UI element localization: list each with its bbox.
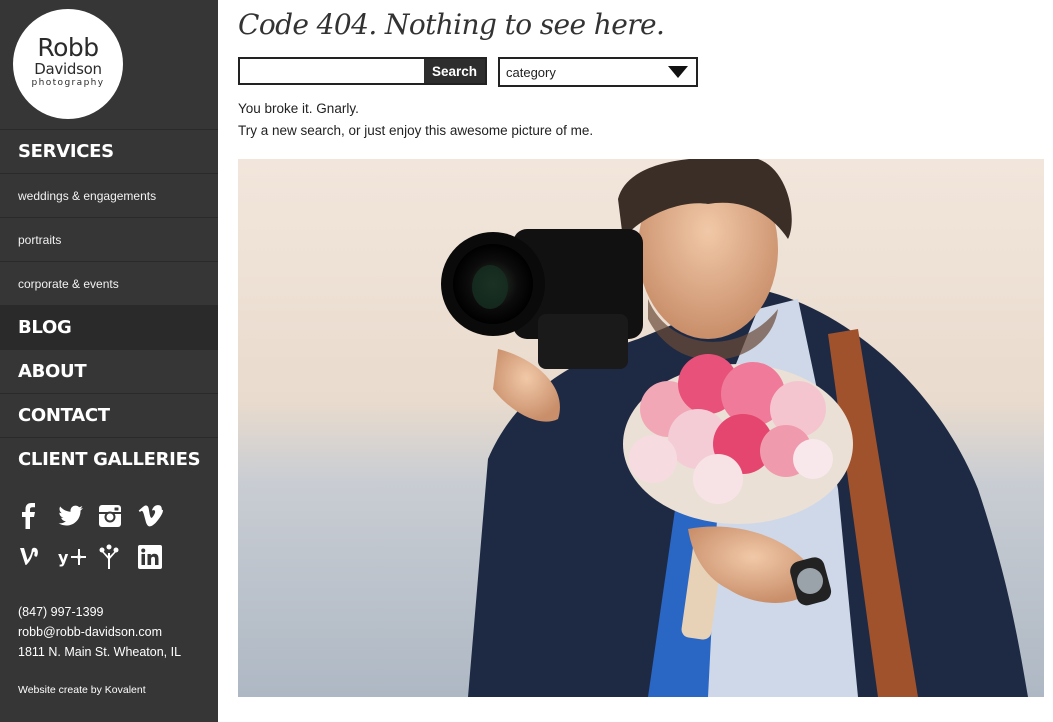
nav-portraits[interactable]: portraits xyxy=(0,217,218,261)
search-input[interactable] xyxy=(240,59,424,83)
vimeo-icon[interactable] xyxy=(138,502,178,530)
nav-about[interactable]: ABOUT xyxy=(0,349,218,393)
yelp-icon[interactable]: y xyxy=(58,543,98,571)
search-button[interactable]: Search xyxy=(424,59,485,83)
nav-services[interactable]: SERVICES xyxy=(0,129,218,173)
dropdown-arrow-icon xyxy=(668,66,688,78)
nav-corporate[interactable]: corporate & events xyxy=(0,261,218,305)
facebook-icon[interactable] xyxy=(18,502,58,530)
contact-info: (847) 997-1399 robb@robb-davidson.com 18… xyxy=(18,602,181,662)
nav-weddings-label: weddings & engagements xyxy=(18,188,157,203)
logo-name-first: Robb xyxy=(37,33,99,62)
error-message: You broke it. Gnarly. Try a new search, … xyxy=(238,98,593,142)
nav-weddings[interactable]: weddings & engagements xyxy=(0,173,218,217)
twitter-icon[interactable] xyxy=(58,502,98,530)
nav-client-galleries-label: CLIENT GALLERIES xyxy=(18,449,201,470)
logo[interactable]: Robb Davidson photography xyxy=(13,9,123,119)
sidebar: Robb Davidson photography SERVICES weddi… xyxy=(0,0,218,722)
nav-about-label: ABOUT xyxy=(18,361,87,382)
site-credit[interactable]: Website create by Kovalent xyxy=(18,684,146,696)
nav-contact-label: CONTACT xyxy=(18,405,110,426)
vine-icon[interactable] xyxy=(18,543,58,571)
category-selected-value: category xyxy=(506,64,556,80)
nav-portraits-label: portraits xyxy=(18,232,62,247)
svg-text:y: y xyxy=(58,548,69,567)
address: 1811 N. Main St. Wheaton, IL xyxy=(18,645,182,659)
nav-services-label: SERVICES xyxy=(18,141,114,162)
social-links: y xyxy=(18,502,178,584)
photographer-photo xyxy=(238,159,1044,697)
category-dropdown[interactable]: category xyxy=(498,57,698,87)
search-form: Search xyxy=(238,57,487,85)
error-message-line-1: You broke it. Gnarly. xyxy=(238,101,359,116)
logo-tagline: photography xyxy=(31,78,105,88)
wedding-wire-icon[interactable] xyxy=(98,543,138,571)
logo-name-last: Davidson xyxy=(34,60,102,78)
nav-blog[interactable]: BLOG xyxy=(0,305,218,349)
nav-client-galleries[interactable]: CLIENT GALLERIES xyxy=(0,437,218,481)
email-link[interactable]: robb@robb-davidson.com xyxy=(18,622,181,642)
nav-corporate-label: corporate & events xyxy=(18,276,119,291)
phone-number[interactable]: (847) 997-1399 xyxy=(18,602,181,622)
linkedin-icon[interactable] xyxy=(138,543,178,571)
page-title: Code 404. Nothing to see here. xyxy=(238,8,665,41)
error-message-line-2: Try a new search, or just enjoy this awe… xyxy=(238,123,594,138)
instagram-icon[interactable] xyxy=(98,502,138,530)
nav-contact[interactable]: CONTACT xyxy=(0,393,218,437)
nav-blog-label: BLOG xyxy=(18,317,72,338)
